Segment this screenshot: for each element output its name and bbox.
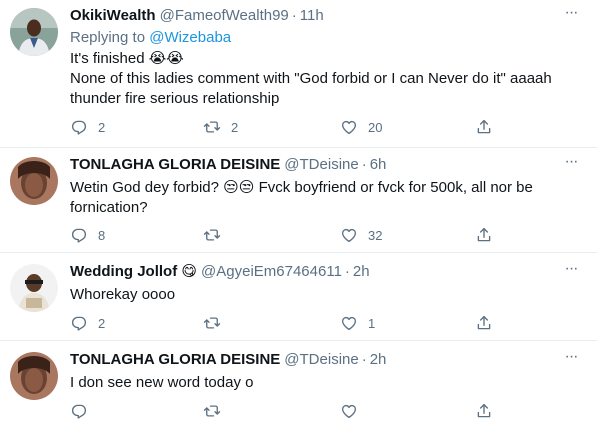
tweet-header: OkikiWealth @FameofWealth99 · 11h <box>70 6 557 26</box>
like-icon <box>340 226 358 244</box>
like-icon <box>340 402 358 420</box>
tweet[interactable]: TONLAGHA GLORIA DEISINE @TDeisine · 6h ··· … <box>0 147 597 253</box>
mention-link[interactable]: @Wizebaba <box>149 29 231 46</box>
avatar[interactable] <box>10 157 58 205</box>
tweet-text-line: I don see new word today o <box>70 374 254 391</box>
like-count: 32 <box>368 227 383 243</box>
like-button[interactable]: 1 <box>340 313 375 333</box>
timestamp[interactable]: 6h <box>370 156 387 173</box>
tweet-header: TONLAGHA GLORIA DEISINE @TDeisine · 2h <box>70 350 557 370</box>
reply-count: 8 <box>98 227 106 243</box>
like-icon <box>340 118 358 136</box>
display-name[interactable]: Wedding Jollof 😋 <box>70 263 197 280</box>
reply-button[interactable]: 2 <box>70 117 105 137</box>
timestamp[interactable]: 2h <box>370 351 387 368</box>
separator: · <box>361 351 367 368</box>
user-handle[interactable]: @FameofWealth99 <box>160 7 289 24</box>
tweet-header: Wedding Jollof 😋 @AgyeiEm67464611 · 2h <box>70 262 557 282</box>
retweet-button[interactable] <box>203 401 231 421</box>
tweet-text-line: Wetin God dey forbid? 😒😒 Fvck boyfriend … <box>70 179 533 196</box>
like-count: 1 <box>368 315 376 331</box>
tweet-text-line: None of this ladies comment with "God fo… <box>70 70 552 87</box>
reply-icon <box>70 118 88 136</box>
tweet-text-line: thunder fire serious relationship <box>70 90 280 107</box>
reply-button[interactable] <box>70 401 98 421</box>
more-options-icon[interactable]: ··· <box>561 5 581 26</box>
timestamp[interactable]: 11h <box>300 7 324 24</box>
tweet-header: TONLAGHA GLORIA DEISINE @TDeisine · 6h <box>70 155 557 175</box>
like-button[interactable] <box>340 401 368 421</box>
user-handle[interactable]: @TDeisine <box>284 156 358 173</box>
separator: · <box>361 156 367 173</box>
reply-count: 2 <box>98 315 106 331</box>
reply-count: 2 <box>98 119 106 135</box>
retweet-icon <box>203 118 221 136</box>
tweet[interactable]: OkikiWealth @FameofWealth99 · 11h ··· Reply… <box>0 0 597 148</box>
share-button[interactable] <box>475 313 493 333</box>
reply-thread: OkikiWealth @FameofWealth99 · 11h ··· Reply… <box>0 0 597 441</box>
replying-to-label: Replying to <box>70 29 146 46</box>
tweet-actions: 2 2 20 <box>70 117 500 137</box>
display-name[interactable]: OkikiWealth <box>70 7 156 24</box>
avatar[interactable] <box>10 352 58 400</box>
share-icon <box>475 402 493 420</box>
user-handle[interactable]: @AgyeiEm67464611 <box>201 263 342 280</box>
retweet-icon <box>203 402 221 420</box>
retweet-button[interactable] <box>203 313 231 333</box>
retweet-icon <box>203 314 221 332</box>
avatar[interactable] <box>10 264 58 312</box>
reply-icon <box>70 226 88 244</box>
like-icon <box>340 314 358 332</box>
share-icon <box>475 118 493 136</box>
tweet[interactable]: Wedding Jollof 😋 @AgyeiEm67464611 · 2h ··· … <box>0 252 597 341</box>
share-button[interactable] <box>475 401 493 421</box>
tweet-text-line: Whorekay oooo <box>70 286 176 303</box>
reply-button[interactable]: 8 <box>70 225 105 245</box>
share-icon <box>475 226 493 244</box>
reply-button[interactable]: 2 <box>70 313 105 333</box>
like-count: 20 <box>368 119 383 135</box>
share-icon <box>475 314 493 332</box>
tweet-actions: 8 32 <box>70 225 500 245</box>
tweet-actions <box>70 401 500 421</box>
tweet-text-line: It's finished 😭😭 <box>70 50 184 67</box>
display-name[interactable]: TONLAGHA GLORIA DEISINE <box>70 156 280 173</box>
more-options-icon[interactable]: ··· <box>561 154 581 175</box>
like-button[interactable]: 32 <box>340 225 382 245</box>
reply-icon <box>70 314 88 332</box>
retweet-count: 2 <box>231 119 239 135</box>
avatar[interactable] <box>10 8 58 56</box>
separator: · <box>291 7 297 24</box>
tweet-text-line: fornication? <box>70 199 148 216</box>
user-handle[interactable]: @TDeisine <box>284 351 358 368</box>
retweet-button[interactable]: 2 <box>203 117 238 137</box>
more-options-icon[interactable]: ··· <box>561 261 581 282</box>
share-button[interactable] <box>475 117 493 137</box>
display-name[interactable]: TONLAGHA GLORIA DEISINE <box>70 351 280 368</box>
separator: · <box>344 263 350 280</box>
more-options-icon[interactable]: ··· <box>561 349 581 370</box>
share-button[interactable] <box>475 225 493 245</box>
replying-to: Replying to @Wizebaba <box>70 28 577 48</box>
reply-icon <box>70 402 88 420</box>
tweet[interactable]: TONLAGHA GLORIA DEISINE @TDeisine · 2h ··· … <box>0 340 597 441</box>
retweet-button[interactable] <box>203 225 231 245</box>
timestamp[interactable]: 2h <box>353 263 370 280</box>
tweet-actions: 2 1 <box>70 313 500 333</box>
retweet-icon <box>203 226 221 244</box>
like-button[interactable]: 20 <box>340 117 382 137</box>
